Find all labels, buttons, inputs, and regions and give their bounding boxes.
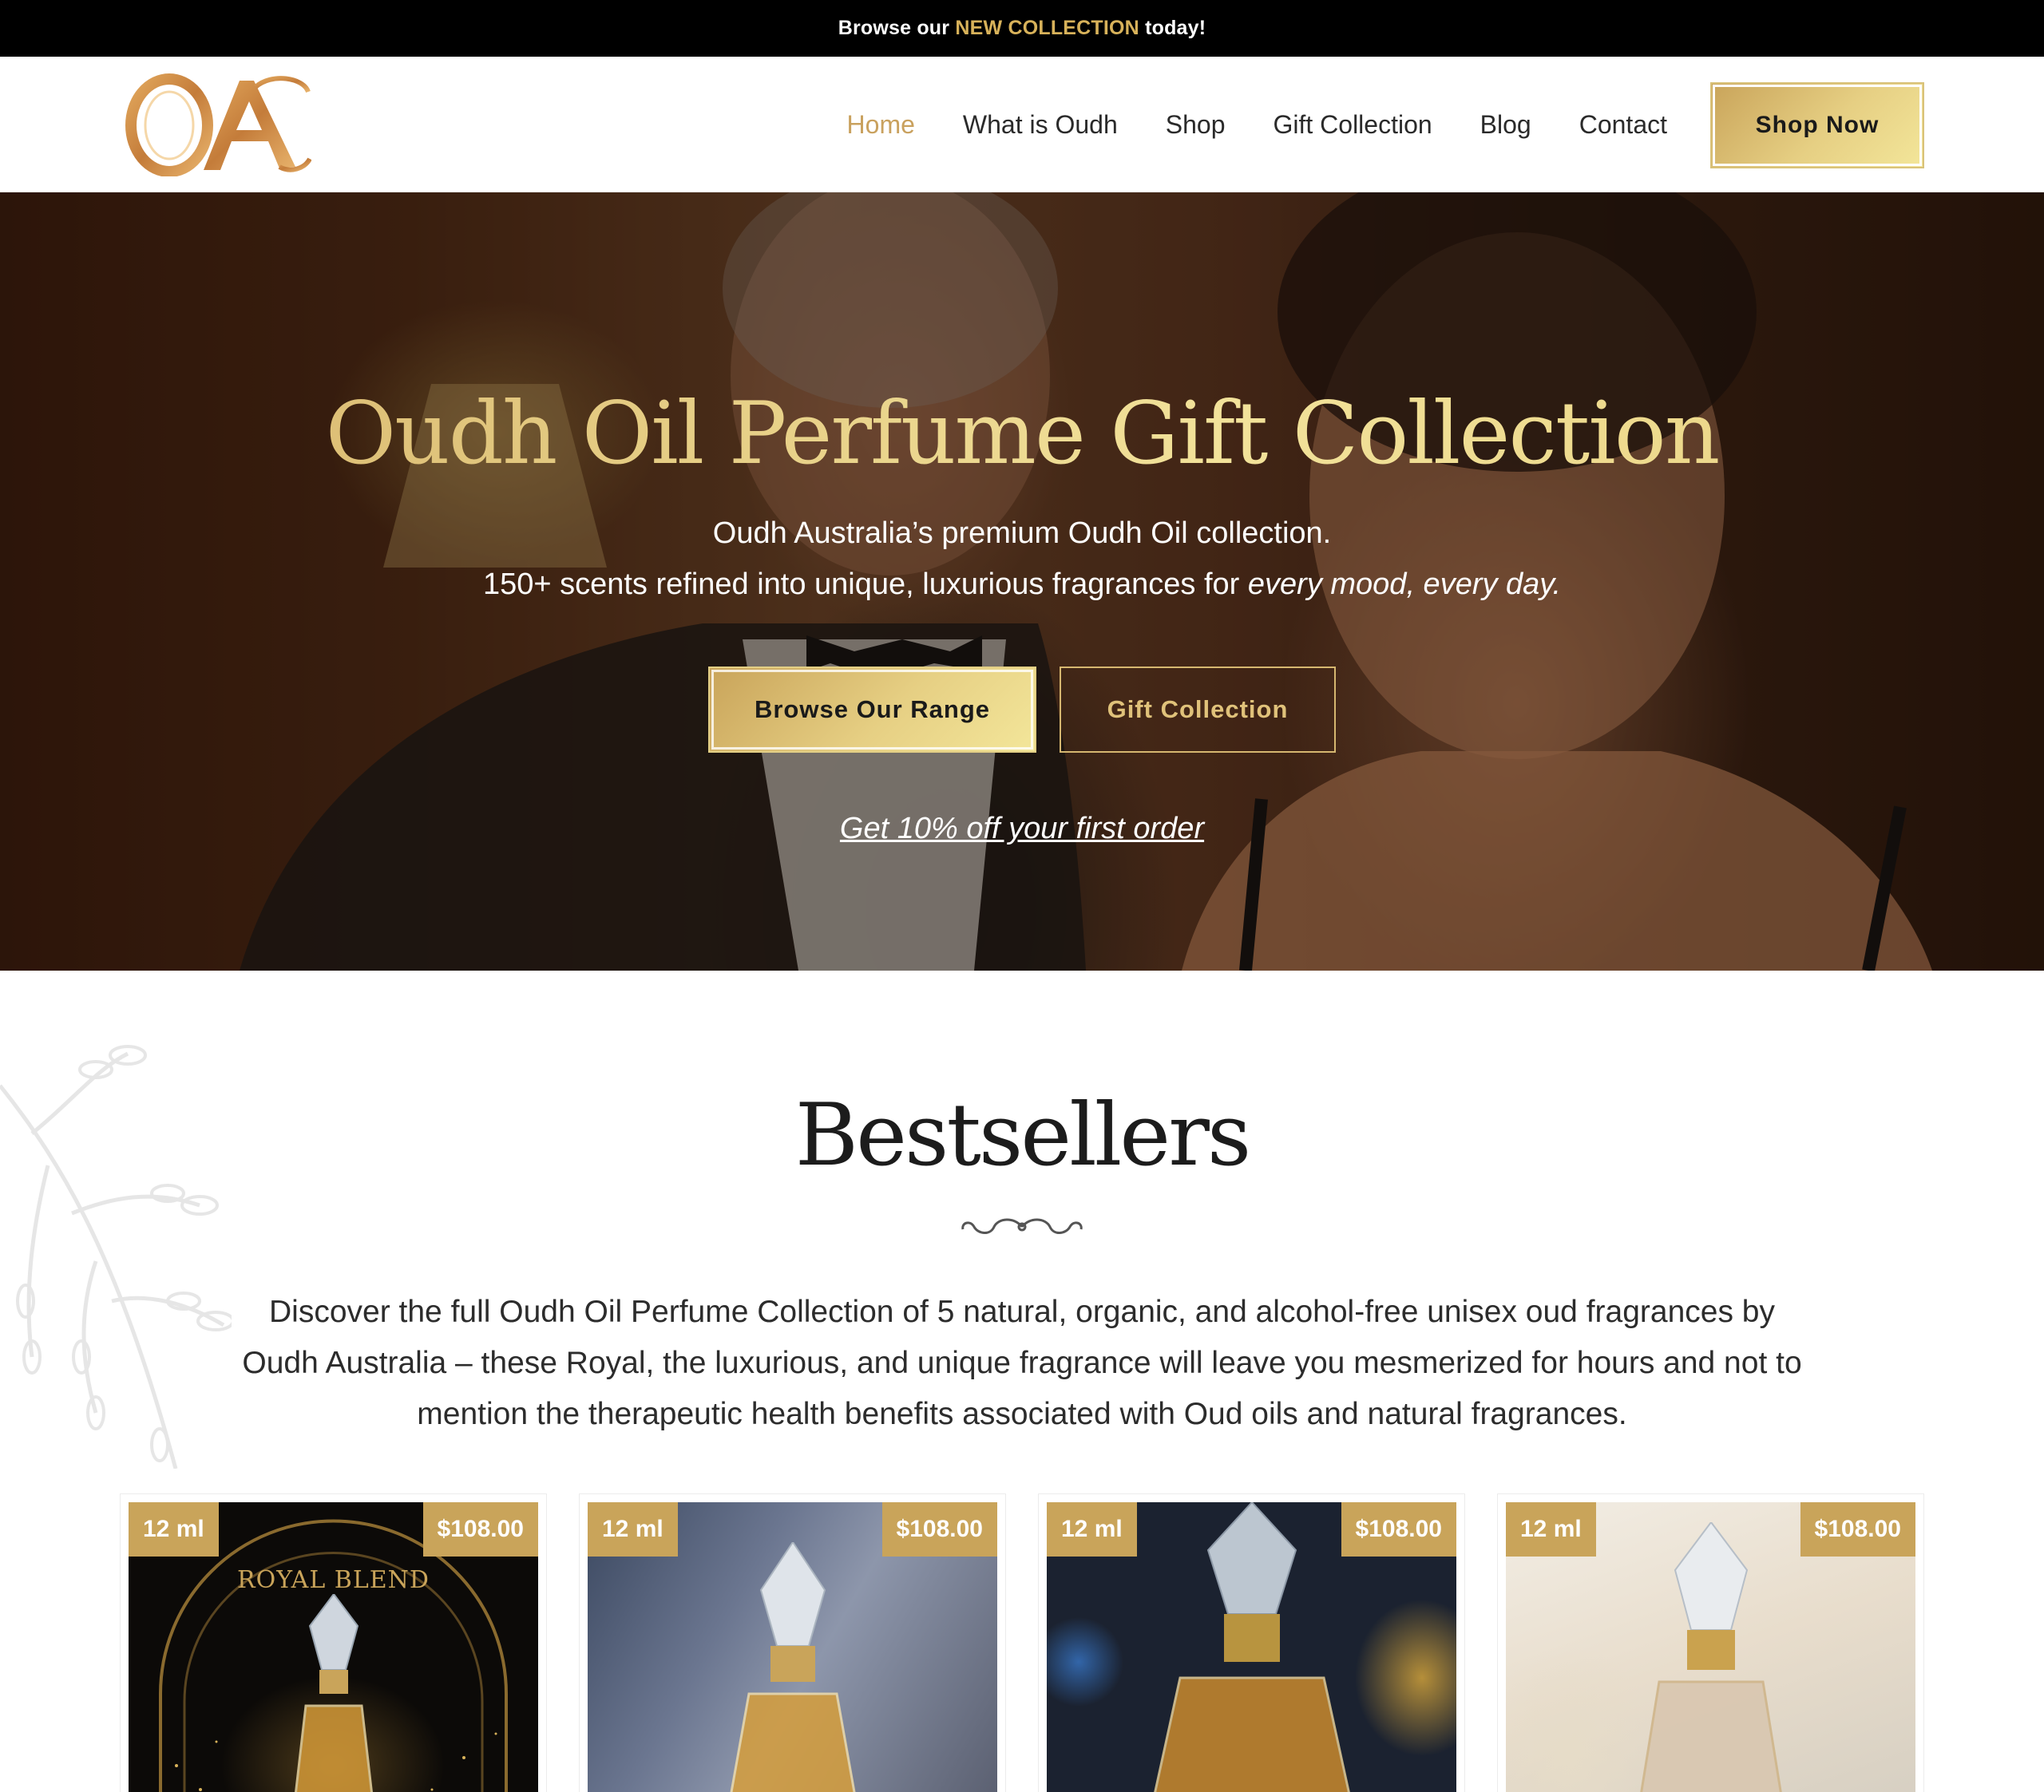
shop-now-button[interactable]: Shop Now bbox=[1710, 82, 1924, 168]
ornament-flourish-icon bbox=[961, 1218, 1083, 1234]
hero-offer: Get 10% off your first order bbox=[0, 812, 2044, 846]
announcement-prefix: Browse our bbox=[838, 17, 950, 39]
nav-contact[interactable]: Contact bbox=[1579, 110, 1667, 140]
first-order-discount-link[interactable]: Get 10% off your first order bbox=[840, 812, 1204, 845]
nav-what-is-oudh[interactable]: What is Oudh bbox=[963, 110, 1118, 140]
bestsellers-title: Bestsellers bbox=[794, 1086, 1252, 1185]
product-size-badge: 12 ml bbox=[1047, 1502, 1137, 1557]
product-price-badge: $108.00 bbox=[422, 1502, 538, 1557]
announcement-bar: Browse our NEW COLLECTION today! bbox=[0, 0, 2044, 57]
hero-subtitle-line1: Oudh Australia’s premium Oudh Oil collec… bbox=[712, 516, 1332, 550]
product-card[interactable]: ROYAL BLEND 12 ml $108.00 bbox=[120, 1493, 547, 1792]
gift-collection-button[interactable]: Gift Collection bbox=[1060, 667, 1336, 753]
announcement-text[interactable]: Browse our NEW COLLECTION today! bbox=[838, 17, 1206, 40]
product-image-label: ROYAL BLEND bbox=[237, 1566, 430, 1594]
nav-shop[interactable]: Shop bbox=[1166, 110, 1226, 140]
perfume-bottle-icon bbox=[294, 1594, 373, 1792]
bestsellers-description: Discover the full Oudh Oil Perfume Colle… bbox=[242, 1295, 1802, 1431]
main-nav: Home What is Oudh Shop Gift Collection B… bbox=[799, 57, 1667, 192]
product-card[interactable]: 12 ml $108.00 bbox=[1038, 1493, 1465, 1792]
perfume-bottle-icon bbox=[730, 1542, 855, 1792]
site-header: Home What is Oudh Shop Gift Collection B… bbox=[0, 57, 2044, 192]
hero-title: Oudh Oil Perfume Gift Collection bbox=[0, 384, 2044, 484]
product-price-badge: $108.00 bbox=[1341, 1502, 1456, 1557]
announcement-highlight[interactable]: NEW COLLECTION bbox=[955, 17, 1139, 39]
product-price-badge: $108.00 bbox=[881, 1502, 997, 1557]
product-price-badge: $108.00 bbox=[1800, 1502, 1915, 1557]
product-card[interactable]: 12 ml $108.00 bbox=[1497, 1493, 1924, 1792]
product-card[interactable]: 12 ml $108.00 bbox=[579, 1493, 1006, 1792]
hero-subtitle-line2: 150+ scents refined into unique, luxurio… bbox=[0, 568, 2044, 602]
browse-range-button[interactable]: Browse Our Range bbox=[708, 667, 1036, 753]
product-size-badge: 12 ml bbox=[588, 1502, 678, 1557]
hero-banner: Oudh Oil Perfume Gift Collection Oudh Au… bbox=[0, 192, 2044, 971]
hero-subtitle-line2-text: 150+ scents refined into unique, luxurio… bbox=[482, 568, 1240, 601]
perfume-bottle-icon bbox=[1639, 1522, 1782, 1792]
perfume-bottle-icon bbox=[1153, 1502, 1350, 1792]
nav-gift-collection[interactable]: Gift Collection bbox=[1273, 110, 1432, 140]
announcement-suffix: today! bbox=[1145, 17, 1206, 39]
product-size-badge: 12 ml bbox=[1506, 1502, 1596, 1557]
nav-home[interactable]: Home bbox=[847, 110, 915, 140]
nav-blog[interactable]: Blog bbox=[1480, 110, 1531, 140]
product-size-badge: 12 ml bbox=[129, 1502, 219, 1557]
hero-subtitle-emphasis: every mood, every day. bbox=[1247, 568, 1562, 601]
product-grid: ROYAL BLEND 12 ml $108.00 12 ml $108.00 bbox=[120, 1493, 1924, 1792]
oa-logo[interactable] bbox=[120, 73, 311, 176]
